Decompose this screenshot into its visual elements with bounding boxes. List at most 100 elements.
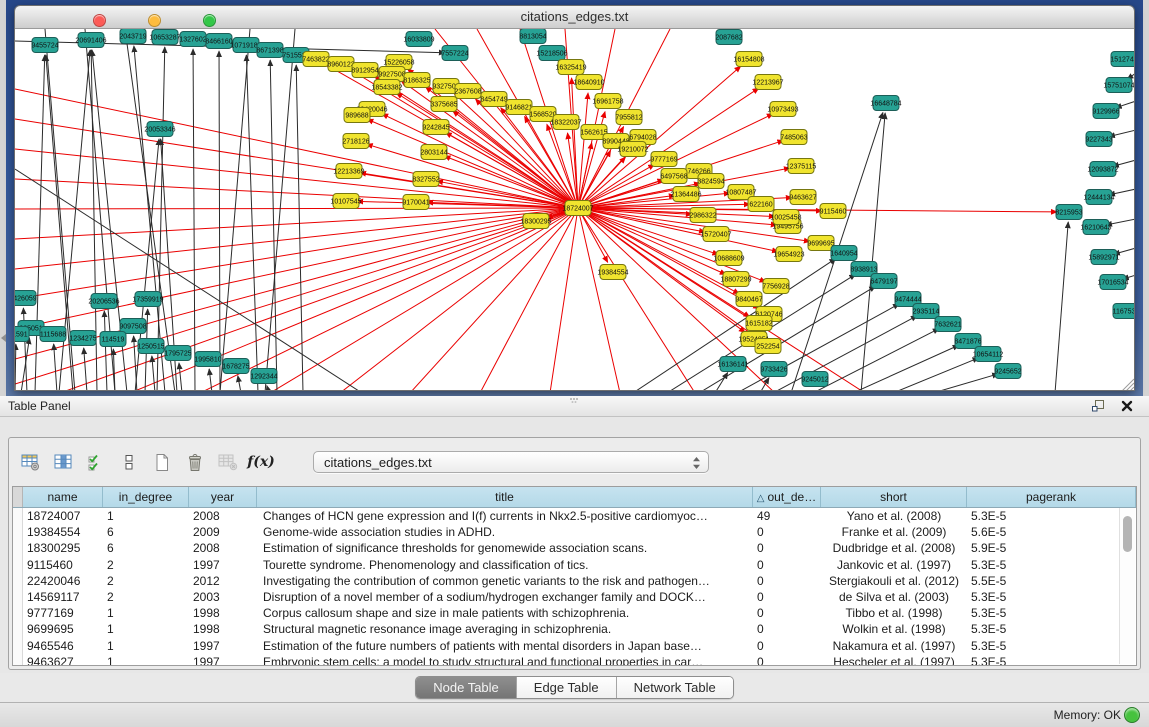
tab-node-table[interactable]: Node Table <box>416 677 517 698</box>
graph-node[interactable]: 20206536 <box>88 294 119 309</box>
graph-node[interactable]: 252254 <box>755 339 781 354</box>
graph-node[interactable]: 12213369 <box>333 164 364 179</box>
graph-node[interactable]: 8215953 <box>1055 205 1082 220</box>
graph-node[interactable]: 15892971 <box>1088 250 1119 265</box>
graph-node[interactable]: 3375685 <box>430 97 457 112</box>
graph-node[interactable]: 16961758 <box>592 94 623 109</box>
graph-node[interactable]: 114519 <box>100 332 126 347</box>
graph-node[interactable]: 10654112 <box>973 347 1004 362</box>
graph-node[interactable]: 18543382 <box>371 80 402 95</box>
graph-node[interactable]: 1327602 <box>179 32 206 47</box>
column-header-title[interactable]: title <box>257 487 753 507</box>
graph-node[interactable]: 7955812 <box>615 110 642 125</box>
graph-node[interactable]: 15751074 <box>1103 78 1134 93</box>
graph-node[interactable]: 1678275 <box>222 359 249 374</box>
graph-node[interactable]: 9455724 <box>31 38 58 53</box>
graph-node[interactable]: 2718126 <box>342 134 369 149</box>
graph-node[interactable]: 1615182 <box>745 316 772 331</box>
graph-node[interactable]: 8813054 <box>519 29 546 44</box>
table-row[interactable]: 2242004622012Investigating the contribut… <box>13 573 1136 589</box>
import-table-icon-disabled[interactable] <box>217 452 239 472</box>
column-header-pagerank[interactable]: pagerank <box>967 487 1136 507</box>
graph-node[interactable]: 7557224 <box>441 46 468 61</box>
select-rows-icon[interactable] <box>85 452 107 472</box>
graph-node[interactable]: 7485063 <box>780 130 807 145</box>
graph-node[interactable]: 391591 <box>15 327 29 342</box>
graph-node[interactable]: 18322037 <box>550 115 581 130</box>
graph-node[interactable]: 18300295 <box>520 214 551 229</box>
graph-node[interactable]: 1167533 <box>1113 304 1135 319</box>
graph-node[interactable]: 9245012 <box>801 372 828 387</box>
graph-node[interactable]: 15218506 <box>536 46 567 61</box>
new-table-icon[interactable] <box>151 452 173 472</box>
float-window-icon[interactable] <box>1091 399 1105 412</box>
graph-node[interactable]: 9227343 <box>1085 132 1112 147</box>
graph-node[interactable]: 17016534 <box>1097 275 1128 290</box>
close-icon[interactable] <box>1121 400 1133 412</box>
graph-node[interactable]: 9245652 <box>994 364 1021 379</box>
graph-node[interactable]: 12375115 <box>786 159 817 174</box>
graph-node[interactable]: 1795725 <box>164 346 191 361</box>
graph-node[interactable]: 2935114 <box>913 304 940 319</box>
graph-node[interactable]: 10973493 <box>767 102 798 117</box>
memory-status-indicator[interactable] <box>1124 707 1140 723</box>
graph-node[interactable]: 1512747 <box>1110 52 1135 67</box>
column-header-year[interactable]: year <box>189 487 257 507</box>
graph-node[interactable]: 9170041 <box>402 195 429 210</box>
graph-node[interactable]: 2087682 <box>715 30 742 45</box>
graph-node[interactable]: 3824594 <box>697 174 724 189</box>
graph-node[interactable]: 8186325 <box>403 73 430 88</box>
graph-node[interactable]: 1250515 <box>137 339 164 354</box>
graph-node[interactable]: 9733426 <box>760 362 787 377</box>
table-options-icon[interactable] <box>19 452 41 472</box>
resize-grip-icon[interactable] <box>1122 379 1134 391</box>
show-columns-icon[interactable] <box>52 452 74 472</box>
graph-node[interactable]: 8454749 <box>480 92 507 107</box>
table-row[interactable]: 1830029562008Estimation of significance … <box>13 540 1136 556</box>
graph-node[interactable]: 1234275 <box>69 331 96 346</box>
graph-node[interactable]: 9840467 <box>735 292 762 307</box>
graph-node[interactable]: 15720407 <box>700 227 731 242</box>
graph-node[interactable]: 10653287 <box>149 30 180 45</box>
graph-node[interactable]: 9463627 <box>789 190 816 205</box>
column-header-in-degree[interactable]: in_degree <box>103 487 189 507</box>
table-row[interactable]: 977716911998Corpus callosum shape and si… <box>13 605 1136 621</box>
graph-node[interactable]: 17359919 <box>132 292 163 307</box>
graph-node[interactable]: 8671398 <box>256 43 283 58</box>
graph-node[interactable]: 16154808 <box>733 52 764 67</box>
table-row[interactable]: 911546021997Tourette syndrome. Phenomeno… <box>13 557 1136 573</box>
graph-node[interactable]: 9242845 <box>422 120 449 135</box>
toggle-rows-icon[interactable] <box>118 452 140 472</box>
graph-node[interactable]: 12444134 <box>1083 190 1114 205</box>
table-row[interactable]: 1456911722003Disruption of a novel membe… <box>13 589 1136 605</box>
network-canvas[interactable]: 9455724206914062043719106532871327602846… <box>15 29 1135 391</box>
network-graph[interactable]: 9455724206914062043719106532871327602846… <box>15 29 1135 391</box>
graph-node[interactable]: 9129966 <box>1092 104 1119 119</box>
graph-node[interactable]: 18724007 <box>562 201 593 216</box>
graph-node[interactable]: 7756928 <box>762 279 789 294</box>
graph-node[interactable]: 8912954 <box>351 63 378 78</box>
graph-node[interactable]: 16033809 <box>403 32 434 47</box>
graph-node[interactable]: 2367608 <box>454 84 481 99</box>
graph-node[interactable]: 12213967 <box>752 75 783 90</box>
graph-node[interactable]: 2426059 <box>15 291 37 306</box>
table-row[interactable]: 1938455462009Genome-wide association stu… <box>13 524 1136 540</box>
network-window-titlebar[interactable]: citations_edges.txt <box>15 6 1134 29</box>
graph-node[interactable]: 9115460 <box>820 204 847 219</box>
graph-node[interactable]: 19654923 <box>773 247 804 262</box>
tab-edge-table[interactable]: Edge Table <box>517 677 617 698</box>
column-header-out-degree[interactable]: △out_de… <box>753 487 821 507</box>
panel-collapse-arrow-icon[interactable] <box>1 334 6 342</box>
graph-node[interactable]: 6497568 <box>660 169 687 184</box>
graph-node[interactable]: 16210643 <box>1080 220 1111 235</box>
graph-node[interactable]: 20053346 <box>144 122 175 137</box>
graph-node[interactable]: 10025458 <box>770 210 801 225</box>
graph-node[interactable]: 18807299 <box>720 272 751 287</box>
graph-node[interactable]: 622160 <box>748 197 774 212</box>
column-header-short[interactable]: short <box>821 487 967 507</box>
graph-node[interactable]: 9777169 <box>650 152 677 167</box>
graph-node[interactable]: 10688609 <box>713 251 744 266</box>
graph-node[interactable]: 6479197 <box>870 274 897 289</box>
graph-node[interactable]: 1995810 <box>194 352 221 367</box>
graph-node[interactable]: 16325419 <box>555 60 586 75</box>
